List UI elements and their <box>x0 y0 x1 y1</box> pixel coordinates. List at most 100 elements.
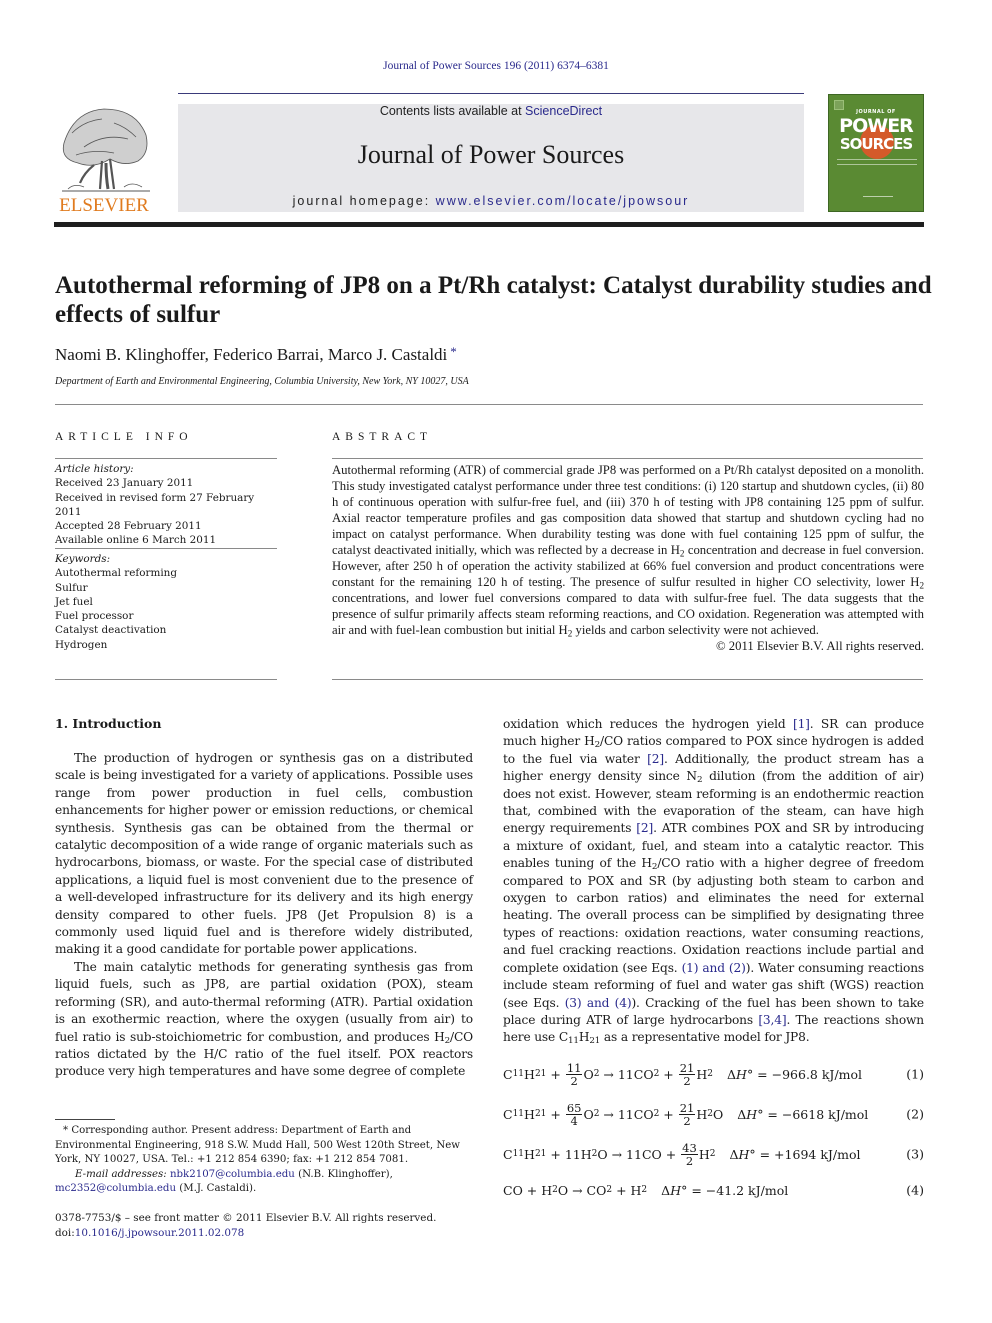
delta-symbol: Δ <box>661 1182 671 1198</box>
email-link[interactable]: nbk2107@columbia.edu <box>170 1169 295 1180</box>
journal-citation-link[interactable]: Journal of Power Sources 196 (2011) 6374… <box>383 60 609 72</box>
numerator: 11 <box>565 1060 583 1075</box>
eq-token: + <box>546 1146 565 1162</box>
abstract-heading: ABSTRACT <box>332 431 433 443</box>
keywords-rule <box>55 548 277 549</box>
eq-token: + <box>661 1146 681 1162</box>
eq-token: O <box>597 1146 608 1162</box>
journal-title: Journal of Power Sources <box>357 140 625 169</box>
email-label: E-mail addresses: <box>75 1168 170 1180</box>
enthalpy-value: = −41.2 kJ/mol <box>687 1182 789 1198</box>
eq-token: O <box>583 1066 594 1082</box>
citation-link[interactable]: [2] <box>647 752 664 766</box>
history-item: Available online 6 March 2011 <box>55 534 217 547</box>
footnote-rule <box>55 1119 115 1120</box>
eq-token: + <box>522 1182 542 1198</box>
citation-link[interactable]: [1] <box>793 717 810 731</box>
eq-token: H <box>696 1106 708 1122</box>
delta-symbol: Δ <box>737 1106 747 1122</box>
eq-token: CO <box>503 1182 523 1198</box>
numerator: 21 <box>678 1100 696 1115</box>
email-owner: (N.B. Klinghoffer), <box>294 1168 393 1180</box>
history-item: Received 23 January 2011 <box>55 477 194 490</box>
paragraph-text: oxidation which reduces the hydrogen yie… <box>503 717 793 731</box>
elsevier-tree-icon <box>62 108 150 192</box>
keyword-item: Fuel processor <box>55 610 134 623</box>
journal-cover-image[interactable]: JOURNAL OF POWER SOURCES <box>828 94 924 212</box>
enthalpy-value: = −6618 kJ/mol <box>763 1106 869 1122</box>
eq-token: + <box>659 1106 678 1122</box>
corresponding-author-marker[interactable]: * <box>450 344 457 359</box>
equation-4: CO + H2O → CO 2 + H2 ΔH° = −41.2 kJ/mol (… <box>503 1182 924 1198</box>
eq-token: 11 <box>564 1146 581 1162</box>
sciencedirect-link[interactable]: ScienceDirect <box>525 104 602 118</box>
doi-link[interactable]: 10.1016/j.jpowsour.2011.02.078 <box>75 1227 245 1239</box>
denominator: 2 <box>683 1113 691 1128</box>
publisher-logo[interactable]: ELSEVIER <box>54 103 154 216</box>
doi-line: doi:10.1016/j.jpowsour.2011.02.078 <box>55 1226 475 1241</box>
cover-sources: SOURCES <box>839 135 913 153</box>
affiliation: Department of Earth and Environmental En… <box>55 376 469 387</box>
keyword-item: Catalyst deactivation <box>55 624 167 637</box>
eq-token: H <box>698 1146 710 1162</box>
email-owner: (M.J. Castaldi). <box>176 1183 257 1195</box>
contents-availability: Contents lists available at ScienceDirec… <box>178 104 804 118</box>
contents-prefix: Contents lists available at <box>379 104 526 118</box>
header-rule <box>178 93 804 94</box>
equation-number: (4) <box>906 1182 924 1198</box>
abstract-rule <box>332 458 923 459</box>
eq-token: CO <box>641 1146 662 1162</box>
article-info-bottom-rule <box>55 679 277 680</box>
equation-number: (1) <box>906 1066 924 1082</box>
eq-token: 11 <box>617 1066 634 1082</box>
enthalpy: ΔH° = −966.8 kJ/mol <box>727 1067 862 1082</box>
email-link[interactable]: mc2352@columbia.edu <box>55 1183 176 1194</box>
numerator: 21 <box>678 1060 696 1075</box>
front-matter: 0378-7753/$ – see front matter © 2011 El… <box>55 1211 475 1241</box>
equation-1: C 11 H 21 + 11 2 O 2 → 11 CO 2 + 21 2 H 2 ΔH° = −96… <box>503 1060 924 1088</box>
eq-token: CO <box>633 1066 654 1082</box>
journal-homepage: journal homepage: www.elsevier.com/locat… <box>178 194 804 208</box>
article-title: Autothermal reforming of JP8 on a Pt/Rh … <box>55 272 932 328</box>
abstract-bottom-rule <box>332 679 923 680</box>
title-divider <box>55 404 923 405</box>
equation-number: (2) <box>906 1106 924 1122</box>
homepage-link[interactable]: www.elsevier.com/locate/jpowsour <box>436 194 690 208</box>
denominator: 2 <box>683 1073 691 1088</box>
doi-prefix: doi: <box>55 1227 75 1239</box>
citation-link[interactable]: [3,4] <box>758 1013 786 1027</box>
denominator: 4 <box>570 1113 578 1128</box>
enthalpy-value: = −966.8 kJ/mol <box>753 1066 863 1082</box>
eq-token: + <box>659 1066 678 1082</box>
eq-token: H <box>541 1182 553 1198</box>
numerator: 65 <box>565 1100 583 1115</box>
abstract-text: yields and carbon selectivity were not a… <box>572 623 819 637</box>
issn-line: 0378-7753/$ – see front matter © 2011 El… <box>55 1212 437 1224</box>
history-item: Received in revised form 27 February 201… <box>55 491 255 518</box>
article-history-label: Article history: <box>55 463 134 475</box>
abstract-copyright: © 2011 Elsevier B.V. All rights reserved… <box>715 639 924 653</box>
body-column-right: oxidation which reduces the hydrogen yie… <box>503 716 924 1047</box>
equation-ref-link[interactable]: (3) and (4) <box>565 996 632 1010</box>
arrow-icon: → <box>607 1146 627 1162</box>
authors-text: Naomi B. Klinghoffer, Federico Barrai, M… <box>55 345 448 364</box>
keyword-item: Autothermal reforming <box>55 567 177 580</box>
fraction: 65 4 <box>565 1100 583 1128</box>
eq-token: C <box>503 1066 513 1082</box>
running-head[interactable]: Journal of Power Sources 196 (2011) 6374… <box>0 60 992 72</box>
equation-number: (3) <box>906 1146 924 1162</box>
eq-token: + <box>546 1106 565 1122</box>
intro-paragraph-continued: oxidation which reduces the hydrogen yie… <box>503 716 924 1047</box>
fraction: 21 2 <box>678 1060 696 1088</box>
citation-link[interactable]: [2] <box>636 821 653 835</box>
keywords-label: Keywords: <box>55 553 111 565</box>
subscript: 21 <box>589 1036 601 1047</box>
equation-ref-link[interactable]: (1) and (2) <box>682 961 746 975</box>
article-info-heading: ARTICLE INFO <box>55 431 193 443</box>
equations-block: C 11 H 21 + 11 2 O 2 → 11 CO 2 + 21 2 H 2 ΔH° = −96… <box>503 1054 924 1206</box>
paragraph-text: The main catalytic methods for generatin… <box>55 959 473 1044</box>
eq-token: O <box>713 1106 724 1122</box>
history-item: Accepted 28 February 2011 <box>55 520 202 533</box>
enthalpy-value: = +1694 kJ/mol <box>755 1146 861 1162</box>
email-addresses: E-mail addresses: nbk2107@columbia.edu (… <box>55 1168 475 1183</box>
